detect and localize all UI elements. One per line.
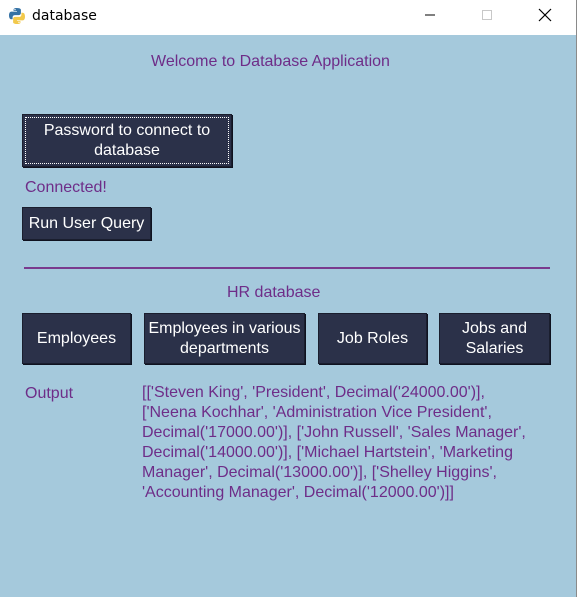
hr-database-heading: HR database — [227, 284, 321, 301]
output-text: [['Steven King', 'President', Decimal('2… — [142, 384, 526, 501]
connection-status: Connected! — [25, 179, 107, 196]
maximize-button[interactable] — [464, 0, 510, 34]
python-icon — [8, 7, 26, 25]
window-title: database — [32, 8, 97, 24]
close-icon — [538, 8, 552, 27]
minimize-icon — [424, 8, 436, 26]
close-button[interactable] — [522, 0, 568, 34]
employees-button[interactable]: Employees — [22, 313, 131, 364]
main-panel: Welcome to Database Application Password… — [0, 35, 576, 597]
jobs-salaries-button[interactable]: Jobs and Salaries — [439, 313, 550, 364]
title-bar[interactable]: database — [0, 0, 576, 35]
welcome-heading: Welcome to Database Application — [151, 53, 390, 70]
job-roles-button[interactable]: Job Roles — [318, 313, 427, 364]
app-window: database Welcome to Database Application… — [0, 0, 577, 597]
minimize-button[interactable] — [407, 0, 453, 34]
connect-password-button[interactable]: Password to connect to database — [22, 114, 232, 167]
output-label: Output — [25, 385, 74, 402]
run-user-query-button[interactable]: Run User Query — [22, 207, 151, 240]
maximize-icon — [481, 8, 493, 26]
employees-departments-button[interactable]: Employees in various departments — [144, 313, 305, 364]
section-divider — [24, 267, 550, 269]
